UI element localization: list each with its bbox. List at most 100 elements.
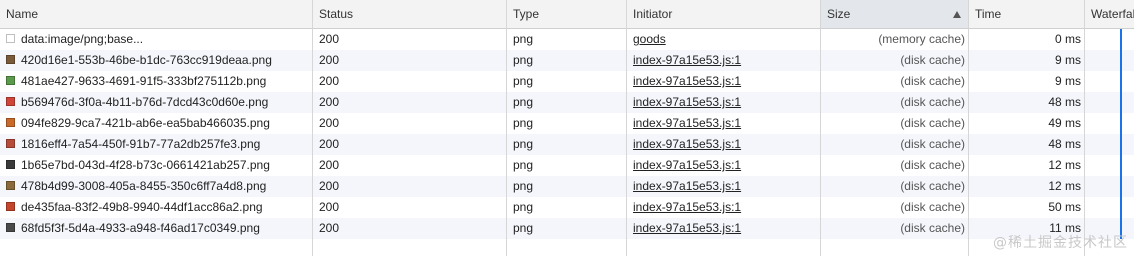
column-header-name[interactable]: Name (0, 0, 313, 28)
cell-time: 12 ms (1048, 179, 1081, 193)
cell-time: 48 ms (1048, 95, 1081, 109)
waterfall-bar (1120, 155, 1122, 176)
table-row[interactable]: 481ae427-9633-4691-91f5-333bf275112b.png… (0, 71, 1134, 92)
cell-name: b569476d-3f0a-4b11-b76d-7dcd43c0d60e.png (0, 92, 313, 113)
waterfall-bar (1120, 50, 1122, 71)
column-divider[interactable] (1084, 0, 1085, 256)
cell-size: (disk cache) (900, 53, 965, 67)
cell-size: (disk cache) (900, 137, 965, 151)
cell-type: png (513, 32, 534, 46)
network-request-table: Name Status Type Initiator Size Time Wat… (0, 0, 1134, 256)
column-header-initiator[interactable]: Initiator (627, 0, 821, 28)
cell-initiator[interactable]: index-97a15e53.js:1 (627, 176, 821, 197)
column-header-type[interactable]: Type (507, 0, 627, 28)
table-row[interactable]: de435faa-83f2-49b8-9940-44df1acc86a2.png… (0, 197, 1134, 218)
cell-name: de435faa-83f2-49b8-9940-44df1acc86a2.png (0, 197, 313, 218)
table-row[interactable]: 68fd5f3f-5d4a-4933-a948-f46ad17c0349.png… (0, 218, 1134, 239)
image-file-icon (6, 139, 15, 149)
column-header-status[interactable]: Status (313, 0, 507, 28)
cell-initiator[interactable]: index-97a15e53.js:1 (627, 218, 821, 239)
table-row[interactable]: 420d16e1-553b-46be-b1dc-763cc919deaa.png… (0, 50, 1134, 71)
column-header-time[interactable]: Time (969, 0, 1085, 28)
image-file-icon (6, 160, 15, 170)
cell-status: 200 (319, 53, 340, 67)
cell-type: png (513, 53, 534, 67)
image-file-icon (6, 76, 15, 86)
cell-name: 481ae427-9633-4691-91f5-333bf275112b.png (0, 71, 313, 92)
cell-name: 094fe829-9ca7-421b-ab6e-ea5bab466035.png (0, 113, 313, 134)
column-divider[interactable] (506, 0, 507, 256)
cell-name: 1b65e7bd-043d-4f28-b73c-0661421ab257.png (0, 155, 313, 176)
column-header-size-label: Size (827, 7, 851, 21)
cell-status: 200 (319, 158, 340, 172)
sort-ascending-icon (953, 11, 961, 18)
cell-name: data:image/png;base... (0, 29, 313, 50)
cell-status: 200 (319, 200, 340, 214)
table-header: Name Status Type Initiator Size Time Wat… (0, 0, 1134, 29)
cell-type: png (513, 137, 534, 151)
cell-status: 200 (319, 74, 340, 88)
cell-size: (memory cache) (878, 32, 965, 46)
cell-status: 200 (319, 116, 340, 130)
cell-initiator[interactable]: index-97a15e53.js:1 (627, 50, 821, 71)
cell-initiator[interactable]: index-97a15e53.js:1 (627, 197, 821, 218)
cell-initiator[interactable]: goods (627, 29, 821, 50)
request-name-text: 481ae427-9633-4691-91f5-333bf275112b.png (21, 74, 267, 88)
request-name-text: data:image/png;base... (21, 32, 144, 46)
column-divider[interactable] (820, 0, 821, 256)
cell-status: 200 (319, 221, 340, 235)
watermark-text: @稀土掘金技术社区 (993, 235, 1128, 251)
cell-time: 9 ms (1054, 53, 1081, 67)
image-file-icon (6, 223, 15, 233)
image-file-icon (6, 202, 15, 212)
table-row[interactable]: 478b4d99-3008-405a-8455-350c6ff7a4d8.png… (0, 176, 1134, 197)
request-name-text: 420d16e1-553b-46be-b1dc-763cc919deaa.png (21, 53, 272, 67)
cell-initiator[interactable]: index-97a15e53.js:1 (627, 113, 821, 134)
table-row[interactable]: b569476d-3f0a-4b11-b76d-7dcd43c0d60e.png… (0, 92, 1134, 113)
cell-name: 1816eff4-7a54-450f-91b7-77a2db257fe3.png (0, 134, 313, 155)
cell-time: 48 ms (1048, 137, 1081, 151)
cell-size: (disk cache) (900, 116, 965, 130)
column-header-size[interactable]: Size (821, 0, 969, 28)
cell-type: png (513, 179, 534, 193)
cell-type: png (513, 221, 534, 235)
image-file-icon (6, 34, 15, 44)
cell-size: (disk cache) (900, 95, 965, 109)
cell-time: 9 ms (1054, 74, 1081, 88)
cell-initiator[interactable]: index-97a15e53.js:1 (627, 92, 821, 113)
image-file-icon (6, 181, 15, 191)
cell-type: png (513, 116, 534, 130)
request-name-text: de435faa-83f2-49b8-9940-44df1acc86a2.png (21, 200, 263, 214)
table-row[interactable]: 094fe829-9ca7-421b-ab6e-ea5bab466035.png… (0, 113, 1134, 134)
cell-size: (disk cache) (900, 158, 965, 172)
waterfall-bar (1120, 197, 1122, 218)
cell-name: 478b4d99-3008-405a-8455-350c6ff7a4d8.png (0, 176, 313, 197)
cell-initiator[interactable]: index-97a15e53.js:1 (627, 71, 821, 92)
image-file-icon (6, 118, 15, 128)
cell-status: 200 (319, 137, 340, 151)
waterfall-bar (1120, 29, 1122, 50)
cell-size: (disk cache) (900, 74, 965, 88)
column-divider[interactable] (626, 0, 627, 256)
cell-status: 200 (319, 179, 340, 193)
column-divider[interactable] (312, 0, 313, 256)
cell-name: 420d16e1-553b-46be-b1dc-763cc919deaa.png (0, 50, 313, 71)
cell-type: png (513, 200, 534, 214)
table-row[interactable]: 1b65e7bd-043d-4f28-b73c-0661421ab257.png… (0, 155, 1134, 176)
table-row[interactable]: data:image/png;base... 200 png goods (memory… (0, 29, 1134, 50)
column-header-waterfall[interactable]: Waterfall (1085, 0, 1134, 28)
cell-initiator[interactable]: index-97a15e53.js:1 (627, 155, 821, 176)
request-name-text: 68fd5f3f-5d4a-4933-a948-f46ad17c0349.png (21, 221, 260, 235)
waterfall-bar (1120, 113, 1122, 134)
waterfall-bar (1120, 92, 1122, 113)
column-divider[interactable] (968, 0, 969, 256)
cell-status: 200 (319, 95, 340, 109)
image-file-icon (6, 55, 15, 65)
waterfall-bar (1120, 176, 1122, 197)
cell-initiator[interactable]: index-97a15e53.js:1 (627, 134, 821, 155)
cell-time: 12 ms (1048, 158, 1081, 172)
cell-type: png (513, 74, 534, 88)
waterfall-bar (1120, 134, 1122, 155)
table-row[interactable]: 1816eff4-7a54-450f-91b7-77a2db257fe3.png… (0, 134, 1134, 155)
request-name-text: b569476d-3f0a-4b11-b76d-7dcd43c0d60e.png (21, 95, 269, 109)
